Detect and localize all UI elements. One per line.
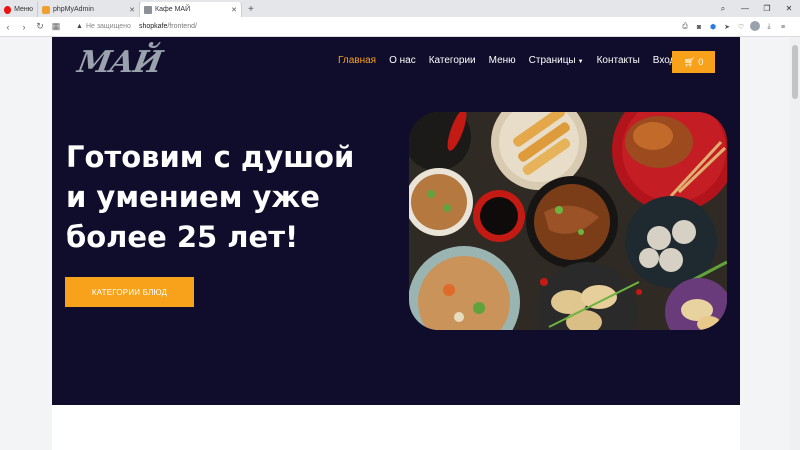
tab-label: Кафе МАЙ	[155, 6, 191, 13]
download-icon[interactable]: ⤓	[762, 23, 776, 31]
restore-button[interactable]: ❐	[756, 4, 778, 13]
camera-icon[interactable]: ◙	[692, 24, 706, 31]
page-content: МАЙ Главная О нас Категории Меню Страниц…	[52, 37, 740, 450]
url-host: shopkafe	[138, 23, 168, 30]
new-tab-button[interactable]: +	[242, 2, 260, 17]
warning-icon[interactable]: ▲	[76, 23, 83, 30]
main-navigation: Главная О нас Категории Меню Страницы ▼ К…	[338, 55, 688, 66]
tab-phpmyadmin[interactable]: phpMyAdmin ✕	[38, 2, 140, 17]
cart-count: 0	[698, 57, 704, 67]
send-icon[interactable]: ➤	[720, 23, 734, 31]
phpmyadmin-icon	[42, 5, 50, 14]
scrollbar-thumb[interactable]	[792, 45, 798, 99]
nav-item-categories[interactable]: Категории	[429, 55, 476, 66]
nav-item-menu[interactable]: Меню	[489, 55, 516, 66]
headline-line: и умением уже	[66, 180, 320, 214]
browser-toolbar: ⎙ ◙ ⬢ ➤ ♡ ⤓ ≡	[678, 17, 790, 37]
categories-button[interactable]: КАТЕГОРИИ БЛЮД	[65, 277, 194, 307]
opera-icon	[4, 5, 12, 14]
tab-label: phpMyAdmin	[53, 6, 94, 13]
nav-item-home[interactable]: Главная	[338, 55, 376, 66]
hero-food-image	[409, 112, 727, 330]
back-icon[interactable]: ‹	[0, 22, 16, 32]
cart-icon: 🛒︎	[683, 56, 696, 67]
close-window-button[interactable]: ✕	[778, 4, 800, 13]
hero-section: МАЙ Главная О нас Категории Меню Страниц…	[52, 37, 740, 405]
profile-icon[interactable]	[748, 21, 762, 33]
nav-item-contacts[interactable]: Контакты	[597, 55, 640, 66]
tabs-grid-icon[interactable]: ▦	[48, 21, 64, 32]
url-path: /frontend/	[167, 23, 197, 30]
close-icon[interactable]: ✕	[231, 6, 237, 14]
nav-item-pages[interactable]: Страницы ▼	[529, 55, 584, 66]
headline-line: более 25 лет!	[66, 220, 299, 254]
chevron-down-icon: ▼	[577, 59, 584, 65]
url-field[interactable]: ▲ Не защищено shopkafe/frontend/	[76, 23, 197, 30]
hero-headline: Готовим с душой и умением уже более 25 л…	[66, 137, 366, 257]
heart-icon[interactable]: ♡	[734, 23, 748, 31]
window-controls: ⌕ — ❐ ✕	[712, 0, 800, 17]
tab-opera-menu[interactable]: Меню	[0, 2, 38, 17]
page-scrollbar[interactable]	[790, 37, 800, 450]
close-icon[interactable]: ✕	[129, 6, 135, 14]
minimize-button[interactable]: —	[734, 4, 756, 13]
cart-button[interactable]: 🛒︎ 0	[672, 51, 715, 73]
shield-icon[interactable]: ⬢	[706, 23, 720, 31]
tab-kafe-mai[interactable]: Кафе МАЙ ✕	[140, 2, 242, 17]
site-logo[interactable]: МАЙ	[75, 45, 164, 80]
search-icon[interactable]: ⌕	[712, 4, 734, 14]
food-platter-illustration	[409, 112, 727, 330]
site-favicon-icon	[144, 5, 152, 14]
snapshot-icon[interactable]: ⎙	[678, 23, 692, 31]
browser-tab-bar: Меню phpMyAdmin ✕ Кафе МАЙ ✕ + ⌕ — ❐ ✕	[0, 0, 800, 17]
forward-icon[interactable]: ›	[16, 22, 32, 32]
nav-item-about[interactable]: О нас	[389, 55, 416, 66]
security-label: Не защищено	[85, 23, 131, 30]
address-bar: ‹ › ↻ ▦ ▲ Не защищено shopkafe/frontend/…	[0, 17, 800, 37]
headline-line: Готовим с душой	[66, 140, 355, 174]
url-text[interactable]: shopkafe/frontend/	[139, 23, 197, 30]
reload-icon[interactable]: ↻	[32, 21, 48, 32]
tab-label: Меню	[14, 6, 33, 13]
menu-icon[interactable]: ≡	[776, 24, 790, 31]
nav-item-label: Страницы	[528, 55, 576, 66]
